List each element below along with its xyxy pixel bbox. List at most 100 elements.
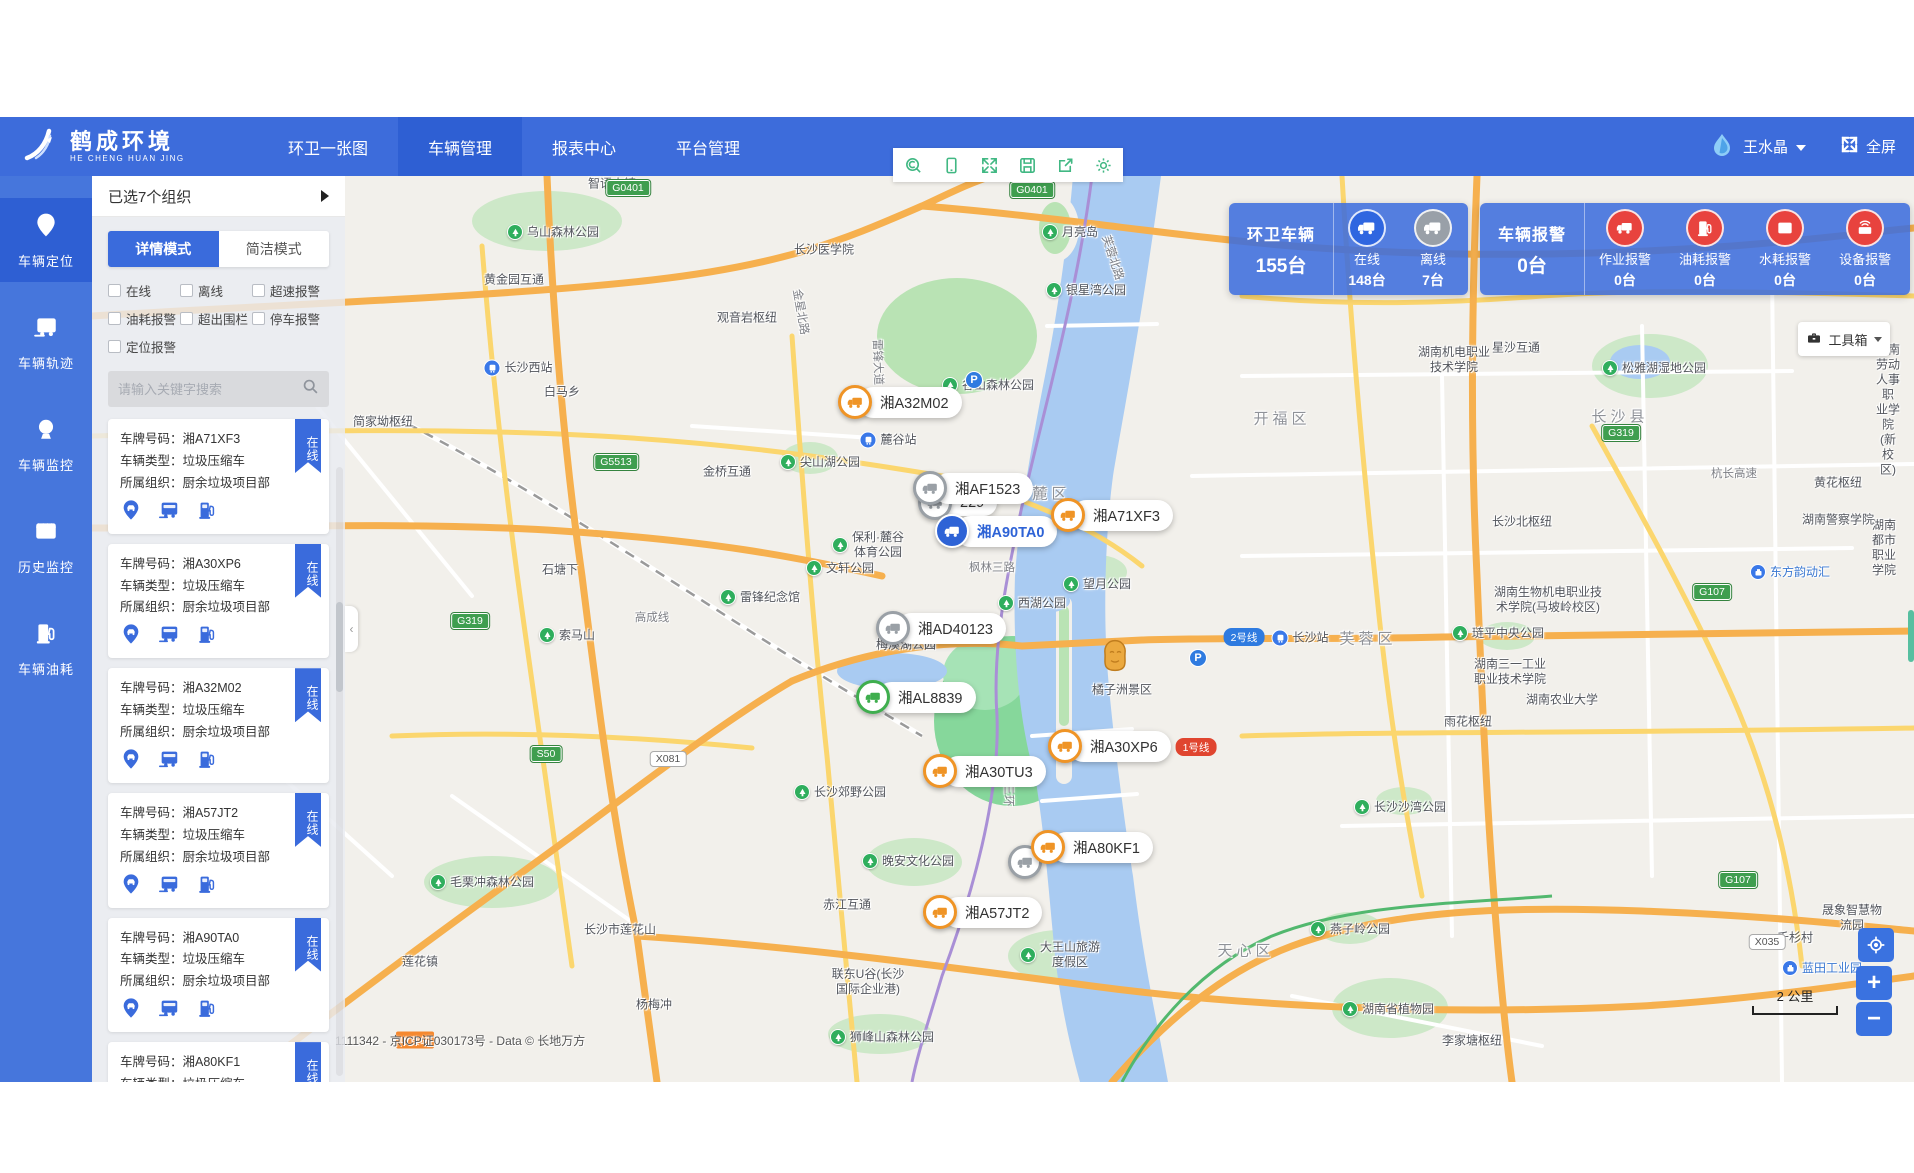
map-vehicle-湘A80KF1[interactable]: 湘A80KF1: [1031, 830, 1153, 864]
road-shield: G107: [1693, 584, 1731, 600]
poi-label: 蓝田工业园: [1782, 960, 1862, 976]
track-vehicle-icon[interactable]: [158, 748, 180, 775]
vehicle-type: 车辆类型：垃圾压缩车: [120, 1074, 317, 1082]
vehicle-plate: 车牌号码：湘A71XF3: [120, 429, 317, 451]
vehicle-org: 所属组织：厨余垃圾项目部: [120, 971, 317, 993]
map-vehicle-湘A30XP6[interactable]: 湘A30XP6: [1048, 729, 1171, 763]
map-vehicle-湘A57JT2[interactable]: 湘A57JT2: [923, 895, 1042, 929]
fullscreen-button[interactable]: 全屏: [1840, 135, 1896, 158]
save-icon[interactable]: [1017, 155, 1037, 175]
export-icon[interactable]: [1055, 155, 1075, 175]
map-vehicle-湘A32M02[interactable]: 湘A32M02: [838, 385, 962, 419]
poi-label: 湖南生物机电职业技 术学院(马坡岭校区): [1494, 585, 1602, 615]
tab-detail-mode[interactable]: 详情模式: [108, 231, 219, 267]
vehicle-card[interactable]: 车牌号码：湘A32M02 车辆类型：垃圾压缩车 所属组织：厨余垃圾项目部 在线: [108, 668, 329, 783]
fuel-vehicle-icon[interactable]: [196, 623, 218, 650]
locate-vehicle-icon[interactable]: [120, 499, 142, 526]
poi-label: 狮峰山森林公园: [830, 1029, 934, 1045]
checkbox-icon[interactable]: [252, 312, 265, 325]
park-icon: [830, 1029, 846, 1045]
vehicle-card[interactable]: 车牌号码：湘A71XF3 车辆类型：垃圾压缩车 所属组织：厨余垃圾项目部 在线: [108, 419, 329, 534]
map-canvas[interactable]: 智语小镇乌山森林公园黄金园互通长沙医学院月亮岛银星湾公园观音岩枢纽谷山森林公园麓…: [92, 176, 1914, 1082]
filter-停车报警[interactable]: 停车报警: [252, 309, 328, 328]
map-scale-label: 2 公里: [1777, 989, 1814, 1004]
track-vehicle-icon[interactable]: [158, 997, 180, 1024]
locate-vehicle-icon[interactable]: [120, 748, 142, 775]
avatar: [1709, 132, 1735, 162]
map-label-text: 尖山湖公园: [800, 455, 860, 470]
alarm-cell-油耗报警: 油耗报警 0台: [1665, 203, 1745, 295]
panel-collapse-handle[interactable]: ‹: [345, 606, 358, 652]
filter-油耗报警[interactable]: 油耗报警: [108, 309, 180, 328]
alarm-label: 作业报警: [1599, 249, 1651, 268]
search-input[interactable]: [118, 382, 302, 397]
zoom-in-button[interactable]: +: [1856, 966, 1892, 1000]
checkbox-icon[interactable]: [180, 312, 193, 325]
nav-item[interactable]: 报表中心: [522, 117, 646, 176]
nav-item[interactable]: 环卫一张图: [258, 117, 398, 176]
poi-label: 麓谷站: [859, 432, 916, 449]
filter-离线[interactable]: 离线: [180, 281, 252, 300]
expand-right-icon[interactable]: [321, 190, 329, 202]
locate-vehicle-icon[interactable]: [120, 997, 142, 1024]
filter-在线[interactable]: 在线: [108, 281, 180, 300]
map-label-text: 雷锋纪念馆: [740, 590, 800, 605]
search-icon[interactable]: [302, 378, 319, 400]
fuel-vehicle-icon[interactable]: [196, 873, 218, 900]
nav-item[interactable]: 平台管理: [646, 117, 770, 176]
track-vehicle-icon[interactable]: [158, 499, 180, 526]
sidebar-item-车辆轨迹[interactable]: 车辆轨迹: [0, 300, 92, 384]
vehicle-card[interactable]: 车牌号码：湘A57JT2 车辆类型：垃圾压缩车 所属组织：厨余垃圾项目部 在线: [108, 793, 329, 908]
toolbox-button[interactable]: 工具箱: [1798, 322, 1890, 356]
panel-scrollbar-thumb[interactable]: [336, 602, 343, 692]
poi-label: 文轩公园: [806, 560, 874, 576]
vehicle-card[interactable]: 车牌号码：湘A90TA0 车辆类型：垃圾压缩车 所属组织：厨余垃圾项目部 在线: [108, 918, 329, 1033]
checkbox-icon[interactable]: [108, 340, 121, 353]
poi-label: 长沙医学院: [794, 243, 854, 258]
sidebar-item-车辆监控[interactable]: 车辆监控: [0, 402, 92, 486]
fuel-vehicle-icon[interactable]: [196, 499, 218, 526]
alarm-total: 车辆报警 0台: [1480, 203, 1585, 295]
map-vehicle-湘AF1523[interactable]: 湘AF1523: [913, 471, 1033, 505]
sidebar-item-历史监控[interactable]: 历史监控: [0, 504, 92, 588]
track-vehicle-icon[interactable]: [158, 873, 180, 900]
zoom-out-button[interactable]: −: [1856, 1002, 1892, 1036]
locate-vehicle-icon[interactable]: [120, 873, 142, 900]
tablet-icon[interactable]: [941, 155, 961, 175]
filter-定位报警[interactable]: 定位报警: [108, 337, 180, 356]
map-vehicle-湘AD40123[interactable]: 湘AD40123: [876, 611, 1006, 645]
sidebar-item-车辆定位[interactable]: 车辆定位: [0, 198, 92, 282]
map-vehicle-湘AL8839[interactable]: 湘AL8839: [856, 680, 976, 714]
fuel-vehicle-icon[interactable]: [196, 748, 218, 775]
locate-vehicle-icon[interactable]: [120, 623, 142, 650]
truck-icon: [838, 385, 872, 419]
filter-超速报警[interactable]: 超速报警: [252, 281, 328, 300]
checkbox-icon[interactable]: [180, 284, 193, 297]
map-vehicle-湘A30TU3[interactable]: 湘A30TU3: [923, 754, 1046, 788]
expand-icon[interactable]: [979, 155, 999, 175]
page-scrollbar-fragment[interactable]: [1908, 610, 1914, 662]
track-vehicle-icon[interactable]: [158, 623, 180, 650]
locate-button[interactable]: [1858, 928, 1894, 962]
checkbox-icon[interactable]: [252, 284, 265, 297]
nav-item[interactable]: 车辆管理: [398, 117, 522, 176]
vehicle-card[interactable]: 车牌号码：湘A30XP6 车辆类型：垃圾压缩车 所属组织：厨余垃圾项目部 在线: [108, 544, 329, 659]
checkbox-icon[interactable]: [108, 284, 121, 297]
poi-label: 长沙西站: [483, 360, 552, 377]
filter-超出围栏[interactable]: 超出围栏: [180, 309, 252, 328]
map-vehicle-湘A90TA0[interactable]: 湘A90TA0: [935, 514, 1057, 548]
logo-title: 鹤成环境: [70, 130, 185, 153]
user-menu[interactable]: 王水晶: [1709, 132, 1806, 162]
settings-icon[interactable]: [1093, 155, 1113, 175]
org-selector[interactable]: 已选7个组织: [92, 176, 345, 217]
tab-simple-mode[interactable]: 简洁模式: [219, 231, 330, 267]
vehicle-card[interactable]: 车牌号码：湘A80KF1 车辆类型：垃圾压缩车 所属组织：厨余垃圾项目部 在线: [108, 1042, 329, 1082]
checkbox-icon[interactable]: [108, 312, 121, 325]
map-vehicle-湘A71XF3[interactable]: 湘A71XF3: [1051, 498, 1173, 532]
building-icon: [1782, 960, 1798, 976]
map-label-text: 文轩公园: [826, 561, 874, 576]
sidebar-item-车辆油耗[interactable]: 车辆油耗: [0, 606, 92, 690]
map-label-text: 晚安文化公园: [882, 854, 954, 869]
zoom-area-icon[interactable]: [903, 155, 923, 175]
fuel-vehicle-icon[interactable]: [196, 997, 218, 1024]
